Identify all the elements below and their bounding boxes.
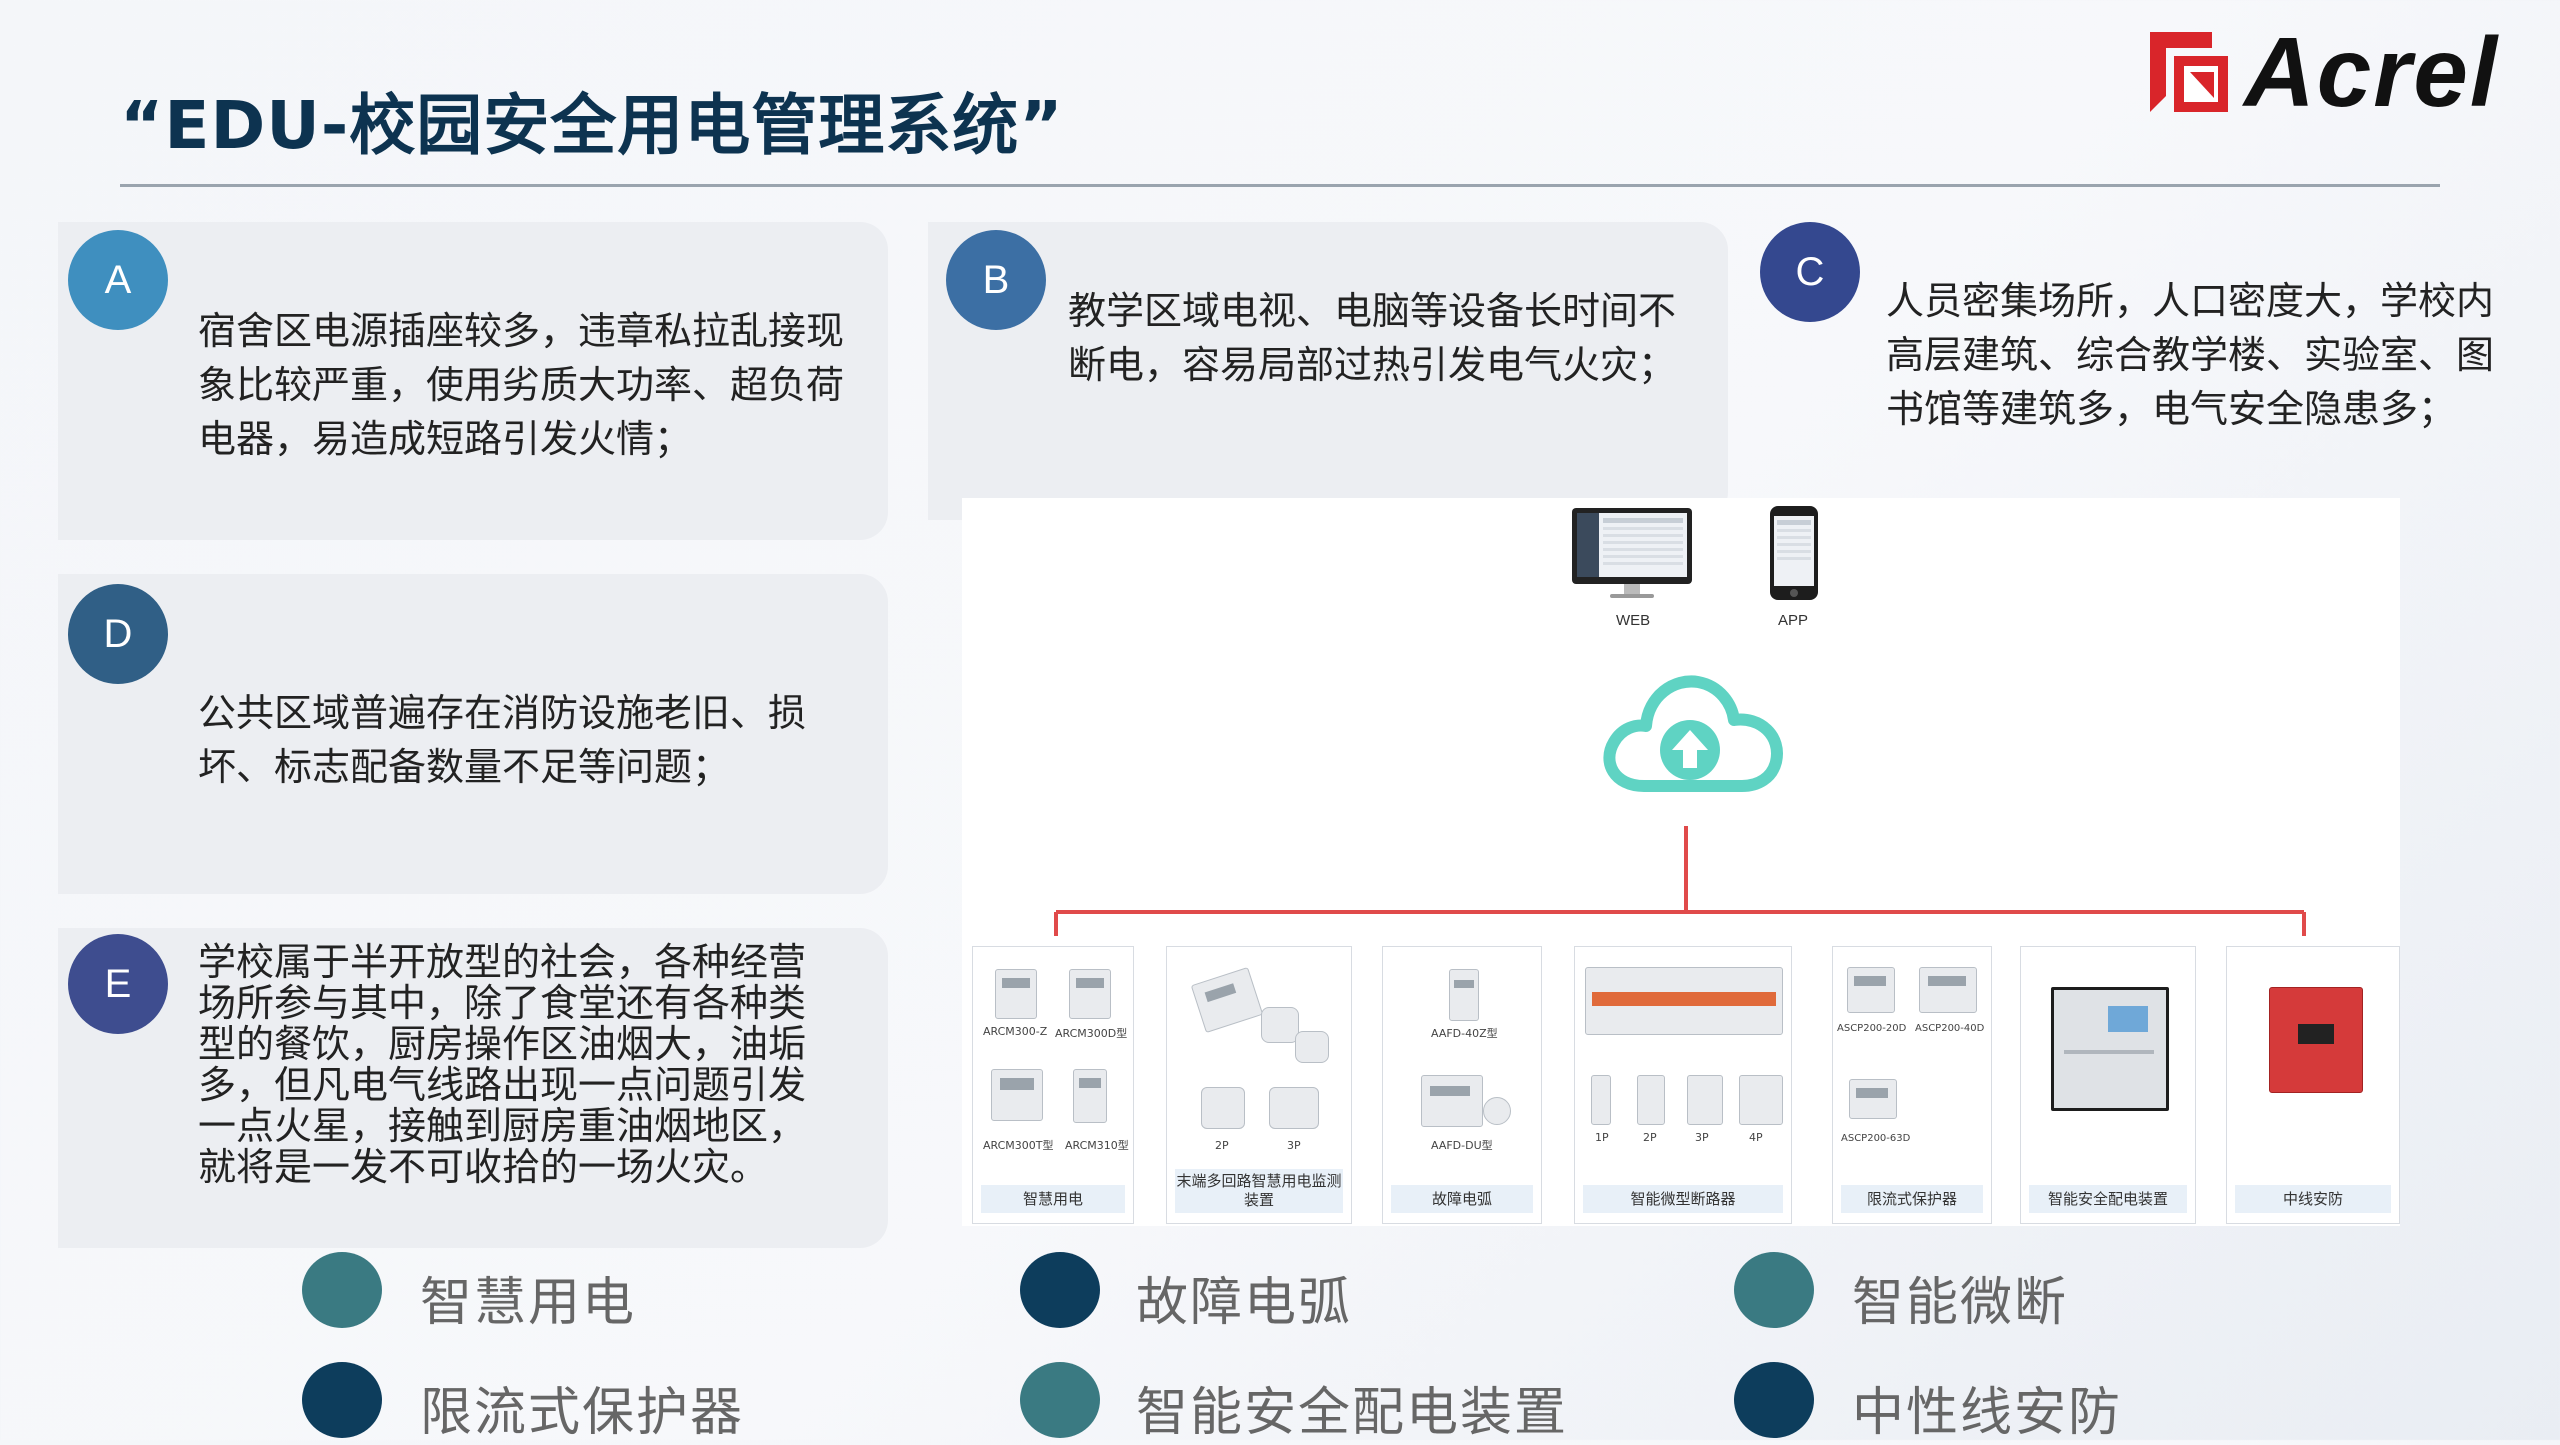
card-d-text: 公共区域普遍存在消防设施老旧、损坏、标志配备数量不足等问题； xyxy=(198,691,807,789)
distribution-cabinet-device xyxy=(2051,987,2169,1111)
monitor-icon xyxy=(1572,508,1692,598)
mcb-panel-device xyxy=(1585,967,1783,1035)
model-label: AAFD-40Z型 xyxy=(1431,1027,1498,1040)
model-label: 4P xyxy=(1749,1131,1763,1144)
badge-a: A xyxy=(68,230,168,330)
card-e-text: 学校属于半开放型的社会，各种经营场所参与其中，除了食堂还有各种类型的餐饮，厨房操… xyxy=(198,940,807,1189)
model-label: 3P xyxy=(1287,1139,1301,1152)
product-label: 智慧用电 xyxy=(981,1185,1125,1213)
legend-dot xyxy=(1734,1362,1814,1438)
arcm310-device xyxy=(1073,1069,1107,1123)
legend-dot xyxy=(302,1252,382,1328)
arc-sensor-device xyxy=(1483,1097,1511,1125)
legend-label: 限流式保护器 xyxy=(420,1383,745,1443)
badge-c: C xyxy=(1760,222,1860,322)
ct-sensor-device xyxy=(1295,1031,1329,1063)
model-label: AAFD-DU型 xyxy=(1431,1139,1493,1152)
model-label: ARCM300-Z xyxy=(983,1025,1048,1038)
monitor-module-device xyxy=(1190,966,1264,1034)
arcm300d-device xyxy=(1069,969,1111,1019)
product-neutral-protection: 中线安防 xyxy=(2226,946,2400,1224)
product-label: 故障电弧 xyxy=(1391,1185,1533,1213)
legend-dot xyxy=(1020,1362,1100,1438)
card-a-text: 宿舍区电源插座较多，违章私拉乱接现象比较严重，使用劣质大功率、超负荷电器，易造成… xyxy=(198,309,845,461)
legend-dot xyxy=(1020,1252,1100,1328)
page-title: “EDU-校园安全用电管理系统” xyxy=(120,87,1064,164)
mcb-1p-device xyxy=(1591,1075,1611,1125)
product-label: 智能安全配电装置 xyxy=(2029,1185,2187,1213)
legend-dot xyxy=(302,1362,382,1438)
acrel-logo: Acrel xyxy=(2144,22,2544,122)
legend-label: 智能微断 xyxy=(1852,1273,2069,1333)
model-label: 2P xyxy=(1643,1131,1657,1144)
model-label: 3P xyxy=(1695,1131,1709,1144)
product-arc-fault: AAFD-40Z型 AAFD-DU型 故障电弧 xyxy=(1382,946,1542,1224)
neutral-protector-device xyxy=(2269,987,2363,1093)
model-label: 2P xyxy=(1215,1139,1229,1152)
app-label: APP xyxy=(1778,612,1809,629)
ascp20d-device xyxy=(1847,967,1895,1013)
legend-label: 智能安全配电装置 xyxy=(1136,1383,1569,1443)
web-label: WEB xyxy=(1616,612,1651,629)
legend-dot xyxy=(1734,1252,1814,1328)
network-connector xyxy=(1054,826,2306,936)
legend-label: 智慧用电 xyxy=(420,1273,637,1333)
product-multi-loop-monitor: 2P 3P 末端多回路智慧用电监测装置 xyxy=(1166,946,1352,1224)
phone-icon xyxy=(1770,506,1818,600)
product-label: 智能微型断路器 xyxy=(1583,1185,1783,1213)
mcb-3p-device xyxy=(1687,1075,1723,1125)
model-label: 1P xyxy=(1595,1131,1609,1144)
badge-d: D xyxy=(68,584,168,684)
model-label: ASCP200-40D xyxy=(1915,1023,1985,1034)
badge-e: E xyxy=(68,934,168,1034)
product-smart-distribution: 智能安全配电装置 xyxy=(2020,946,2196,1224)
sensor-3p-device xyxy=(1269,1087,1319,1129)
mcb-4p-device xyxy=(1739,1075,1783,1125)
mcb-2p-device xyxy=(1637,1075,1665,1125)
ascp40d-device xyxy=(1919,967,1977,1013)
card-b-text: 教学区域电视、电脑等设备长时间不断电，容易局部过热引发电气火灾； xyxy=(1068,289,1677,387)
product-label: 末端多回路智慧用电监测装置 xyxy=(1175,1169,1343,1213)
model-label: ARCM300D型 xyxy=(1055,1027,1128,1040)
system-diagram: WEB APP ARCM300-Z ARCM300D型 ARCM300T型 AR… xyxy=(962,498,2400,1226)
badge-b: B xyxy=(946,230,1046,330)
model-label: ARCM300T型 xyxy=(983,1139,1054,1152)
model-label: ASCP200-63D xyxy=(1841,1133,1911,1144)
product-label: 中线安防 xyxy=(2235,1185,2391,1213)
aafd40z-device xyxy=(1449,969,1479,1021)
cloud-upload-icon xyxy=(1603,675,1783,792)
legend-label: 中性线安防 xyxy=(1852,1383,2123,1443)
arcm300z-device xyxy=(995,969,1037,1019)
aafddu-device xyxy=(1421,1075,1483,1127)
product-current-limit-protector: ASCP200-20D ASCP200-40D ASCP200-63D 限流式保… xyxy=(1832,946,1992,1224)
card-c-text: 人员密集场所，人口密度大，学校内高层建筑、综合教学楼、实验室、图书馆等建筑多，电… xyxy=(1886,279,2495,431)
title-divider xyxy=(120,184,2440,187)
acrel-logo-icon xyxy=(2150,32,2228,112)
arcm300t-device xyxy=(991,1069,1043,1121)
model-label: ARCM310型 xyxy=(1065,1139,1129,1152)
sensor-2p-device xyxy=(1201,1087,1245,1129)
ct-sensor-device xyxy=(1261,1007,1299,1043)
product-smart-mcb: 1P 2P 3P 4P 智能微型断路器 xyxy=(1574,946,1792,1224)
logo-wordmark: Acrel xyxy=(2244,17,2500,127)
model-label: ASCP200-20D xyxy=(1837,1023,1907,1034)
product-label: 限流式保护器 xyxy=(1841,1185,1983,1213)
ascp63d-device xyxy=(1849,1079,1897,1119)
product-smart-power: ARCM300-Z ARCM300D型 ARCM300T型 ARCM310型 智… xyxy=(972,946,1134,1224)
legend-label: 故障电弧 xyxy=(1136,1273,1353,1333)
